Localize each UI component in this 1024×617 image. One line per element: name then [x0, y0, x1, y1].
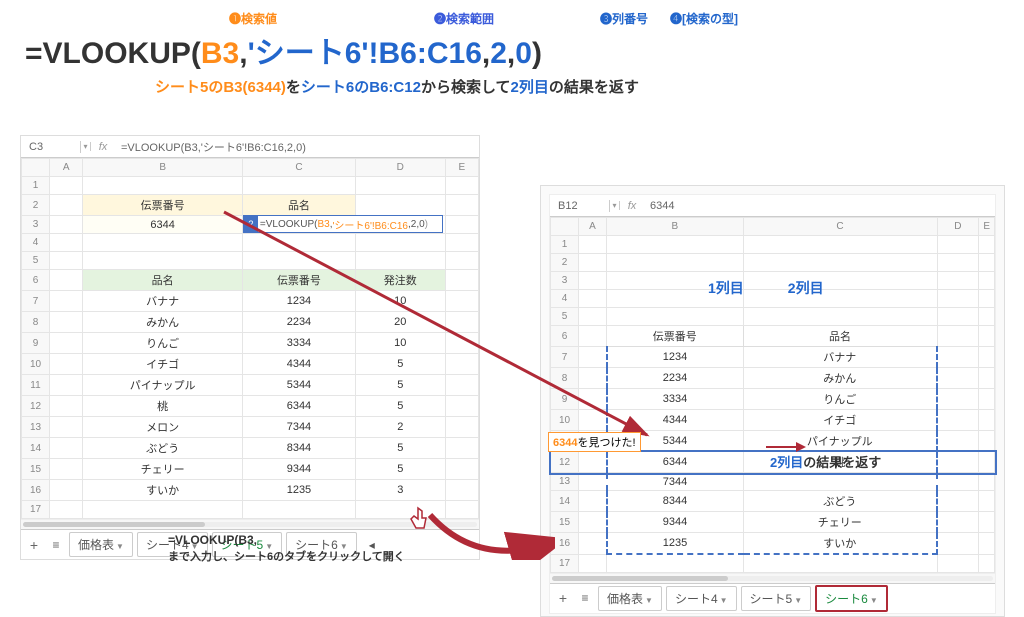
tab-sheet5[interactable]: シート5▼	[741, 586, 812, 611]
label-match-type: ❹[検索の型]	[670, 10, 738, 27]
arrow-swoosh-icon	[425, 510, 555, 560]
found-callout: 6344を見つけた!	[548, 432, 641, 452]
arrow-diagonal-icon	[222, 210, 662, 450]
add-sheet-button[interactable]: +	[25, 537, 43, 553]
fx-icon: fx	[91, 141, 115, 153]
all-sheets-button[interactable]: ≡	[47, 538, 65, 552]
label-search-value: ❶検索値	[229, 10, 277, 27]
horizontal-scrollbar[interactable]	[550, 573, 995, 583]
label-col-index: ❸列番号	[600, 10, 648, 27]
tab-sheet6[interactable]: シート6▼	[815, 585, 888, 612]
label-search-range: ❷検索範囲	[434, 10, 494, 27]
name-box-dropdown-icon[interactable]: ▾	[81, 142, 91, 151]
name-box-bar: C3 ▾ fx =VLOOKUP(B3,'シート6'!B6:C16,2,0)	[21, 136, 479, 158]
formula-bar[interactable]: =VLOOKUP(B3,'シート6'!B6:C16,2,0)	[115, 139, 479, 155]
formula-headline: =VLOOKUP(B3,'シート6'!B6:C16,2,0)	[25, 28, 542, 72]
formula-bar-right[interactable]: 6344	[644, 200, 995, 212]
hint-formula: =VLOOKUP(B3,	[168, 533, 257, 547]
tab-price[interactable]: 価格表▼	[598, 586, 662, 611]
tab-price[interactable]: 価格表▼	[69, 532, 133, 557]
sheet-tabs-right: + ≡ 価格表▼ シート4▼ シート5▼ シート6▼	[550, 583, 995, 613]
column-labels: 1列目 2列目	[708, 278, 824, 298]
all-sheets-button[interactable]: ≡	[576, 591, 594, 605]
col2-result-text: 2列目の結果を返す	[770, 452, 881, 471]
name-box-dropdown-icon[interactable]: ▾	[610, 201, 620, 210]
name-box[interactable]: C3	[21, 141, 81, 153]
tab-sheet4[interactable]: シート4▼	[666, 586, 737, 611]
pointer-hand-icon	[406, 506, 430, 538]
hint-instruction: まで入力し、シート6のタブをクリックして開く	[168, 548, 405, 564]
explanation-line: シート5のB3(6344)をシート6のB6:C12から検索して2列目の結果を返す	[155, 76, 639, 97]
add-sheet-button[interactable]: +	[554, 590, 572, 606]
